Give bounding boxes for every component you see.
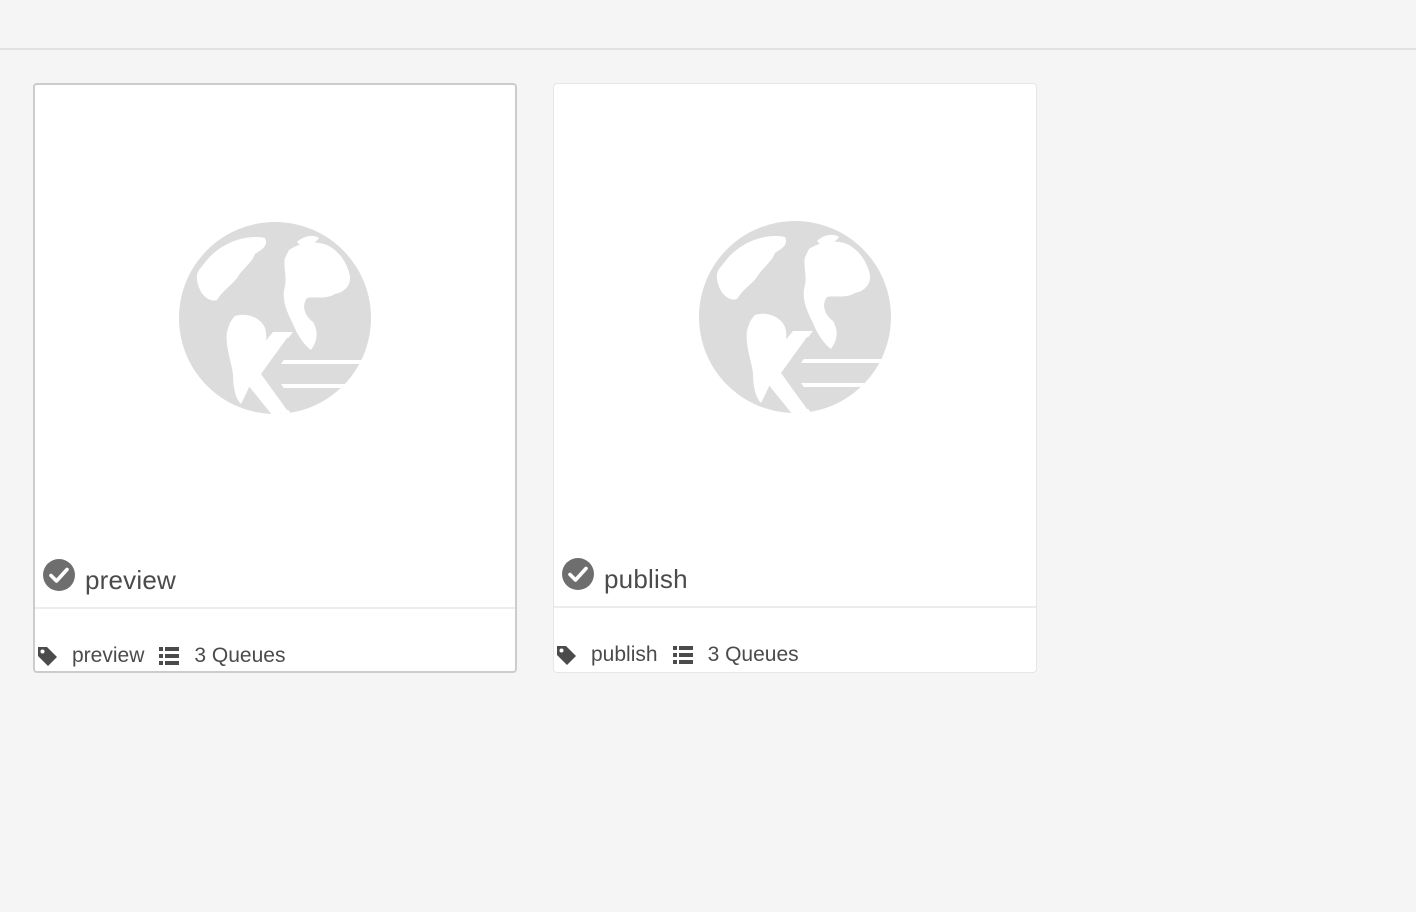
tag-icon xyxy=(38,647,57,666)
globe-arrow-icon xyxy=(699,221,891,413)
card-title-row: preview xyxy=(42,555,176,595)
card-queues-count: 3 Queues xyxy=(707,643,799,666)
card-title-row: publish xyxy=(561,554,688,594)
card-tag-label: preview xyxy=(72,644,145,667)
card-tag-label: publish xyxy=(591,643,658,666)
globe-arrow-icon xyxy=(179,222,371,414)
checkmark-circle-icon xyxy=(562,558,594,590)
list-icon xyxy=(159,647,180,665)
tag-icon xyxy=(557,646,576,665)
card-queues-count: 3 Queues xyxy=(194,644,286,667)
card-preview[interactable]: preview preview 3 Queues xyxy=(33,83,517,673)
card-publish[interactable]: publish publish 3 Queues xyxy=(553,83,1037,673)
card-meta: publish 3 Queues xyxy=(555,640,813,670)
checkmark-circle-icon xyxy=(43,559,75,591)
card-divider xyxy=(554,606,1036,608)
card-grid: preview preview 3 Queues publish publish… xyxy=(0,0,1416,912)
card-thumbnail xyxy=(35,85,515,607)
card-title: publish xyxy=(604,563,688,594)
card-divider xyxy=(35,607,515,609)
card-thumbnail xyxy=(554,84,1036,606)
list-icon xyxy=(672,646,693,664)
card-meta: preview 3 Queues xyxy=(36,641,299,671)
card-title: preview xyxy=(85,564,176,595)
